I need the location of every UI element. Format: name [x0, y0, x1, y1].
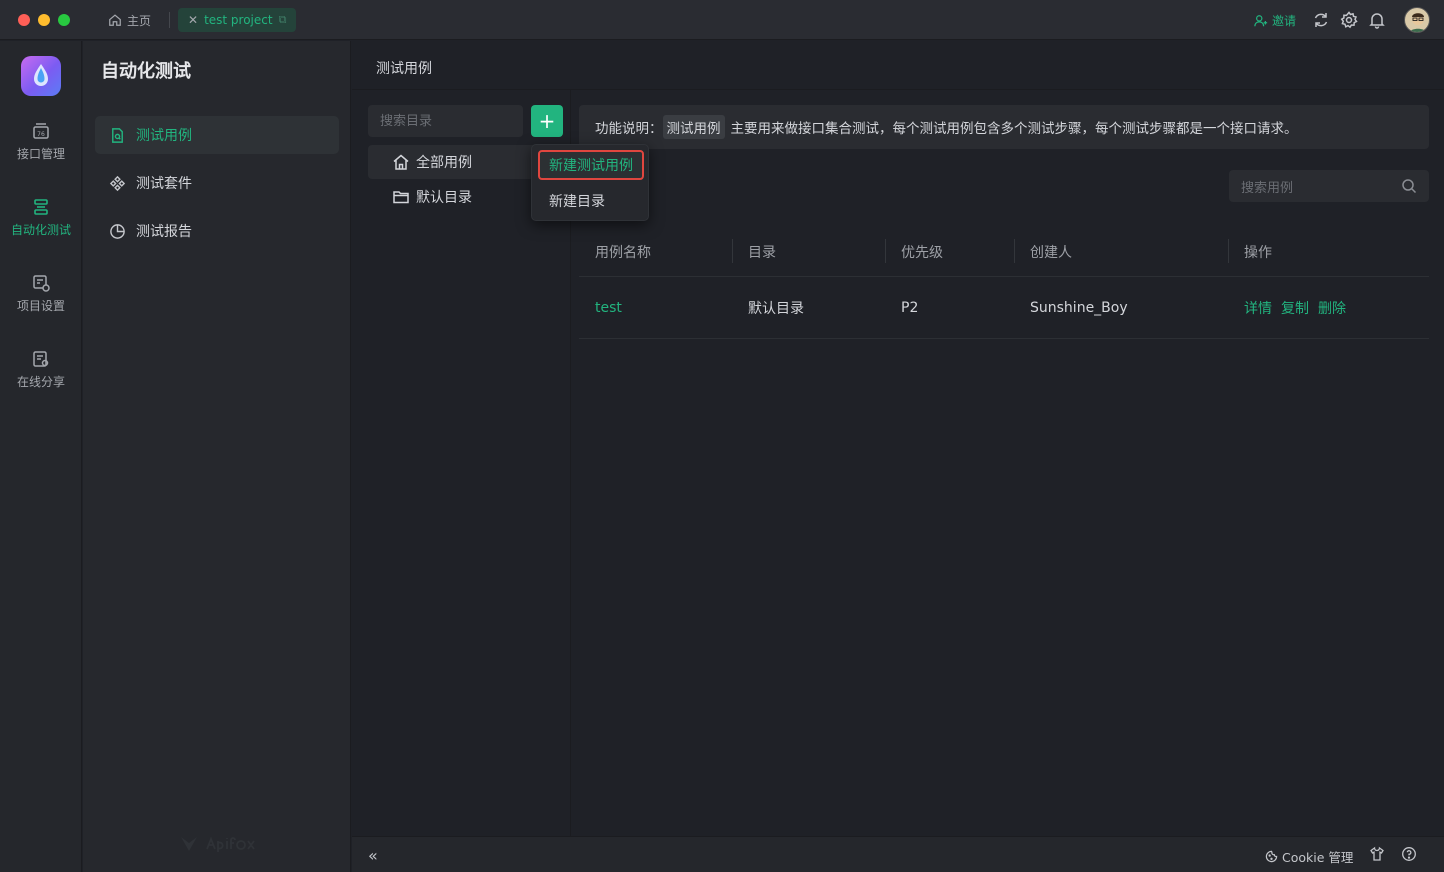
row-actions: 详情 复制 删除: [1244, 277, 1346, 339]
rail-item-project-settings[interactable]: 项目设置: [0, 273, 82, 329]
column-divider: [1014, 239, 1015, 263]
add-dropdown-menu: 新建测试用例 新建目录: [531, 144, 649, 221]
nav-item-label: 测试报告: [136, 224, 192, 240]
rail-item-label: 自动化测试: [10, 223, 71, 237]
column-header-name: 用例名称: [595, 245, 651, 261]
case-search-placeholder: 搜索用例: [1241, 180, 1294, 196]
case-creator: Sunshine_Boy: [1030, 300, 1128, 316]
table-row: test 默认目录 P2 Sunshine_Boy 详情 复制 删除: [579, 277, 1429, 339]
copy-link[interactable]: 复制: [1281, 298, 1309, 318]
cookie-manager-button[interactable]: Cookie 管理: [1265, 847, 1353, 866]
file-search-icon: [112, 127, 123, 143]
case-dir: 默认目录: [748, 301, 804, 317]
user-avatar[interactable]: [1404, 7, 1430, 33]
status-bar: « Cookie 管理: [352, 836, 1444, 872]
shirt-theme-icon[interactable]: [1369, 846, 1385, 862]
description-text: 主要用来做接口集合测试，每个测试用例包含多个测试步骤，每个测试步骤都是一个接口请…: [730, 121, 1298, 137]
close-window-button[interactable]: [18, 14, 30, 26]
folder-icon: [393, 191, 409, 204]
nav-item-label: 测试用例: [136, 128, 192, 144]
column-divider: [1228, 239, 1229, 263]
module-nav: 自动化测试 测试用例 测试套件 测试报告: [83, 41, 351, 872]
description-chip: 测试用例: [662, 115, 725, 139]
apifox-logo: [21, 56, 61, 96]
settings-gear-icon[interactable]: [1340, 11, 1358, 29]
minimize-window-button[interactable]: [38, 14, 50, 26]
project-settings-icon: [33, 275, 50, 292]
tab-divider: [169, 12, 170, 28]
svg-text:76: 76: [37, 131, 45, 138]
share-doc-icon: [33, 351, 49, 367]
sync-icon[interactable]: [1312, 11, 1330, 29]
column-header-priority: 优先级: [901, 245, 943, 261]
title-bar: 主页 ✕ test project ⧉ 邀请: [0, 0, 1444, 40]
rail-item-online-share[interactable]: 在线分享: [0, 349, 82, 405]
pie-report-icon: [110, 223, 125, 239]
invite-button[interactable]: 邀请: [1254, 12, 1296, 29]
main-content: 测试用例 + 全部用例 默认目录 功能说明： 测试用例 主要用来做接口集合测试，…: [352, 41, 1444, 872]
home-icon: [393, 154, 409, 170]
description-prefix: 功能说明：: [595, 121, 663, 137]
add-button[interactable]: +: [531, 105, 563, 137]
bell-icon[interactable]: [1368, 11, 1386, 29]
menu-item-new-test-case[interactable]: 新建测试用例: [538, 150, 644, 180]
directory-search-input[interactable]: [368, 105, 523, 137]
table-header: 用例名称 目录 优先级 创建人 操作: [579, 227, 1429, 277]
tree-item-label: 全部用例: [416, 155, 472, 171]
app-rail: 76 接口管理 自动化测试 项目设置 在线分享: [0, 41, 82, 872]
rail-item-api-management[interactable]: 76 接口管理: [0, 121, 82, 177]
cookie-icon: [1265, 850, 1278, 863]
rail-item-label: 接口管理: [16, 147, 65, 161]
case-name-link[interactable]: test: [595, 277, 622, 339]
case-priority: P2: [901, 300, 919, 316]
tree-item-label: 默认目录: [416, 190, 472, 206]
cookie-label: Cookie 管理: [1282, 850, 1354, 865]
delete-link[interactable]: 删除: [1318, 298, 1346, 318]
page-title: 测试用例: [376, 61, 432, 77]
detail-link[interactable]: 详情: [1244, 298, 1272, 318]
tab-project-label: test project: [204, 13, 273, 27]
rail-item-label: 项目设置: [16, 299, 65, 313]
nav-item-test-reports[interactable]: 测试报告: [95, 212, 339, 250]
invite-label: 邀请: [1272, 14, 1297, 28]
collapse-sidebar-button[interactable]: «: [368, 846, 378, 865]
tab-home-label: 主页: [127, 13, 152, 28]
help-icon[interactable]: [1401, 846, 1417, 862]
case-search-input[interactable]: 搜索用例: [1229, 170, 1429, 202]
column-divider: [885, 239, 886, 263]
module-title: 自动化测试: [101, 61, 191, 82]
close-tab-icon[interactable]: ✕: [188, 13, 198, 27]
automation-stack-icon: [34, 199, 48, 215]
feature-description: 功能说明： 测试用例 主要用来做接口集合测试，每个测试用例包含多个测试步骤，每个…: [579, 105, 1429, 149]
home-icon: [109, 14, 121, 26]
add-user-icon: [1254, 14, 1268, 26]
external-link-icon[interactable]: ⧉: [279, 13, 287, 27]
column-header-actions: 操作: [1244, 245, 1272, 261]
api-box-icon: 76: [33, 123, 49, 139]
rail-item-automation-test[interactable]: 自动化测试: [0, 197, 82, 253]
column-divider: [732, 239, 733, 263]
maximize-window-button[interactable]: [58, 14, 70, 26]
suite-diamond-icon: [109, 175, 126, 191]
nav-item-label: 测试套件: [136, 176, 192, 192]
tab-test-project[interactable]: ✕ test project ⧉: [178, 8, 297, 32]
test-case-table: 用例名称 目录 优先级 创建人 操作 test 默认目录 P2 Sunshine…: [579, 227, 1429, 339]
menu-item-new-directory[interactable]: 新建目录: [538, 187, 644, 215]
search-icon[interactable]: [1401, 178, 1417, 194]
header-divider: [352, 89, 1444, 90]
rail-item-label: 在线分享: [16, 375, 65, 389]
nav-item-test-cases[interactable]: 测试用例: [95, 116, 339, 154]
nav-item-test-suites[interactable]: 测试套件: [95, 164, 339, 202]
column-header-dir: 目录: [748, 245, 776, 261]
tab-home[interactable]: 主页: [108, 10, 151, 30]
apifox-watermark-logo: [179, 835, 257, 853]
column-header-creator: 创建人: [1030, 245, 1072, 261]
